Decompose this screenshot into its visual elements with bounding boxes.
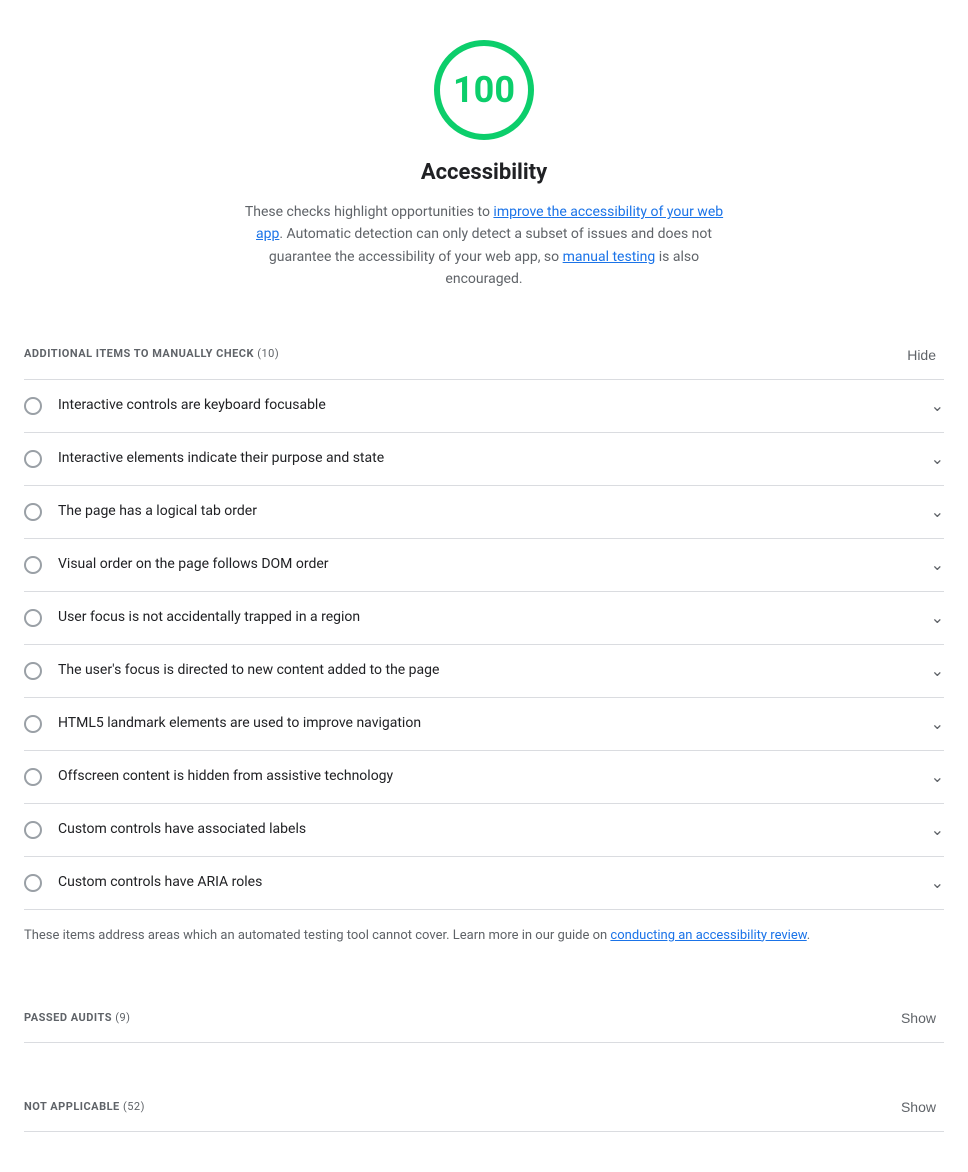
passed-audits-toggle[interactable]: Show — [893, 1006, 944, 1030]
score-section: 100 Accessibility These checks highlight… — [24, 40, 944, 291]
audit-label: Offscreen content is hidden from assisti… — [58, 766, 915, 787]
audit-label: Interactive elements indicate their purp… — [58, 448, 915, 469]
manual-check-toggle[interactable]: Hide — [899, 343, 944, 367]
chevron-down-icon: ⌄ — [931, 765, 944, 789]
audit-item-tab-order[interactable]: The page has a logical tab order ⌄ — [24, 486, 944, 539]
audit-label: The user's focus is directed to new cont… — [58, 660, 915, 681]
audit-label: Visual order on the page follows DOM ord… — [58, 554, 915, 575]
audit-status-icon — [24, 662, 42, 680]
passed-audits-title: PASSED AUDITS (9) — [24, 1010, 131, 1027]
chevron-down-icon: ⌄ — [931, 500, 944, 524]
description-prefix: These checks highlight opportunities to — [245, 204, 494, 220]
manual-testing-link[interactable]: manual testing — [563, 249, 656, 265]
chevron-down-icon: ⌄ — [931, 447, 944, 471]
audit-status-icon — [24, 450, 42, 468]
chevron-down-icon: ⌄ — [931, 871, 944, 895]
audit-status-icon — [24, 556, 42, 574]
audit-item-offscreen-content[interactable]: Offscreen content is hidden from assisti… — [24, 751, 944, 804]
audit-list: Interactive controls are keyboard focusa… — [24, 379, 944, 910]
chevron-down-icon: ⌄ — [931, 553, 944, 577]
manual-note: These items address areas which an autom… — [24, 910, 944, 955]
audit-status-icon — [24, 821, 42, 839]
audit-label: Interactive controls are keyboard focusa… — [58, 395, 915, 416]
chevron-down-icon: ⌄ — [931, 818, 944, 842]
audit-item-dom-order[interactable]: Visual order on the page follows DOM ord… — [24, 539, 944, 592]
manual-note-suffix: . — [807, 928, 810, 943]
audit-label: User focus is not accidentally trapped i… — [58, 607, 915, 628]
audit-status-icon — [24, 503, 42, 521]
audit-status-icon — [24, 397, 42, 415]
score-description: These checks highlight opportunities to … — [234, 201, 734, 291]
chevron-down-icon: ⌄ — [931, 606, 944, 630]
audit-item-focus-new-content[interactable]: The user's focus is directed to new cont… — [24, 645, 944, 698]
manual-note-prefix: These items address areas which an autom… — [24, 928, 610, 943]
not-applicable-section: NOT APPLICABLE (52) Show — [24, 1083, 944, 1132]
audit-status-icon — [24, 609, 42, 627]
manual-check-title: ADDITIONAL ITEMS TO MANUALLY CHECK (10) — [24, 346, 279, 363]
accessibility-review-link[interactable]: conducting an accessibility review — [610, 928, 806, 943]
passed-audits-divider — [24, 1042, 944, 1043]
score-circle: 100 — [434, 40, 534, 140]
audit-item-custom-labels[interactable]: Custom controls have associated labels ⌄ — [24, 804, 944, 857]
chevron-down-icon: ⌄ — [931, 394, 944, 418]
passed-audits-header: PASSED AUDITS (9) Show — [24, 994, 944, 1042]
score-value: 100 — [453, 63, 515, 117]
passed-audits-section: PASSED AUDITS (9) Show — [24, 994, 944, 1043]
audit-item-purpose-state[interactable]: Interactive elements indicate their purp… — [24, 433, 944, 486]
audit-status-icon — [24, 715, 42, 733]
chevron-down-icon: ⌄ — [931, 659, 944, 683]
audit-item-landmark-elements[interactable]: HTML5 landmark elements are used to impr… — [24, 698, 944, 751]
audit-status-icon — [24, 768, 42, 786]
audit-label: Custom controls have ARIA roles — [58, 872, 915, 893]
audit-item-focus-trap[interactable]: User focus is not accidentally trapped i… — [24, 592, 944, 645]
audit-item-keyboard-focusable[interactable]: Interactive controls are keyboard focusa… — [24, 380, 944, 433]
chevron-down-icon: ⌄ — [931, 712, 944, 736]
not-applicable-header: NOT APPLICABLE (52) Show — [24, 1083, 944, 1131]
audit-label: HTML5 landmark elements are used to impr… — [58, 713, 915, 734]
not-applicable-toggle[interactable]: Show — [893, 1095, 944, 1119]
not-applicable-title: NOT APPLICABLE (52) — [24, 1099, 145, 1116]
audit-label: Custom controls have associated labels — [58, 819, 915, 840]
audit-status-icon — [24, 874, 42, 892]
not-applicable-divider — [24, 1131, 944, 1132]
audit-label: The page has a logical tab order — [58, 501, 915, 522]
manual-check-section-header: ADDITIONAL ITEMS TO MANUALLY CHECK (10) … — [24, 331, 944, 379]
audit-item-aria-roles[interactable]: Custom controls have ARIA roles ⌄ — [24, 857, 944, 910]
score-title: Accessibility — [421, 156, 547, 189]
